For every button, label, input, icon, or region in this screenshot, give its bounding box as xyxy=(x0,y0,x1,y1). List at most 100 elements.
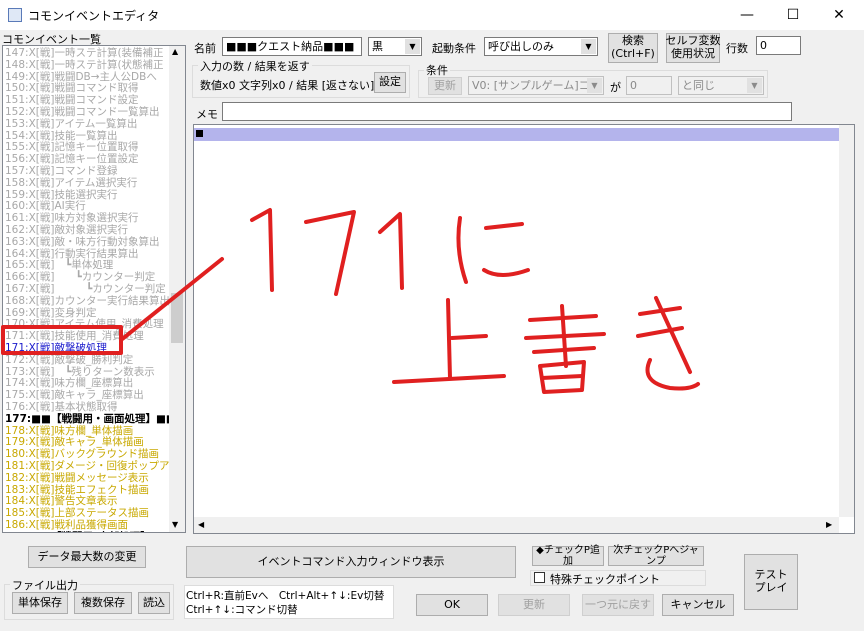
minimize-button[interactable]: — xyxy=(724,0,770,30)
chevron-down-icon: ▼ xyxy=(581,39,596,54)
event-command-editor[interactable] xyxy=(193,124,855,534)
undo-button[interactable]: 一つ元に戻す xyxy=(582,594,654,616)
editor-horizontal-scrollbar[interactable] xyxy=(194,517,839,533)
rows-input[interactable]: 0 xyxy=(756,36,801,55)
condition-operator-select[interactable]: と同じ ▼ xyxy=(678,76,764,95)
event-list-item[interactable]: 160:X[戦]AI実行 xyxy=(5,200,86,212)
event-list-item[interactable]: 167:X[戦] ┗カウンター判定 xyxy=(5,283,166,295)
chevron-down-icon: ▼ xyxy=(587,78,602,93)
event-list-item[interactable]: 183:X[戦]技能エフェクト描画 xyxy=(5,484,149,496)
name-input[interactable]: ■■■クエスト納品■■■ xyxy=(222,37,362,56)
event-list-item[interactable]: 187:■■【戦闘用_内部処理】■■ xyxy=(5,531,171,532)
event-list-item[interactable]: 177:■■【戦闘用・画面処理】■■ xyxy=(5,413,176,425)
scroll-up-icon[interactable]: ▲ xyxy=(172,47,178,56)
event-list-item[interactable]: 166:X[戦] ┗カウンター判定 xyxy=(5,271,155,283)
condition-group-label: 条件 xyxy=(424,62,450,78)
event-list-item[interactable]: 157:X[戦]コマンド登録 xyxy=(5,165,117,177)
event-list-item[interactable]: 152:X[戦]戦闘コマンド一覧算出 xyxy=(5,106,159,118)
maximize-button[interactable]: ☐ xyxy=(770,0,816,30)
event-list-item[interactable]: 161:X[戦]味方対象選択実行 xyxy=(5,212,138,224)
event-list-item[interactable]: 155:X[戦]記憶キー位置取得 xyxy=(5,141,138,153)
special-checkpoint-label: 特殊チェックポイント xyxy=(550,573,660,586)
event-list-item[interactable]: 164:X[戦]行動実行結果算出 xyxy=(5,248,138,260)
test-play-button[interactable]: テスト プレイ xyxy=(744,554,798,610)
event-list-item[interactable]: 148:X[戦]一時ステ計算(状態補正 xyxy=(5,59,164,71)
condition-number-stepper[interactable]: 0 xyxy=(626,76,672,95)
close-button[interactable]: ✕ xyxy=(816,0,862,30)
checkpoint-add-button[interactable]: ◆チェックP追加 xyxy=(532,545,604,567)
event-list-item[interactable]: 165:X[戦] ┗単体処理 xyxy=(5,259,113,271)
event-list-item[interactable]: 181:X[戦]ダメージ・回復ポップアップ xyxy=(5,460,185,472)
read-button[interactable]: 読込 xyxy=(138,592,170,614)
event-list-item[interactable]: 179:X[戦]敵キャラ_単体描画 xyxy=(5,436,144,448)
condition-ga-label: が xyxy=(610,81,621,94)
event-list[interactable]: 147:X[戦]一時ステ計算(装備補正 148:X[戦]一時ステ計算(状態補正 14… xyxy=(2,45,186,533)
io-set-button[interactable]: 設定 xyxy=(374,72,406,93)
event-list-item[interactable]: 173:X[戦] ┗残りターン数表示 xyxy=(5,366,155,378)
event-list-item[interactable]: 171:X[戦]技能使用_消費処理 xyxy=(5,330,144,342)
event-list-item[interactable]: 158:X[戦]アイテム選択実行 xyxy=(5,177,137,189)
io-summary: 数値x0 文字列x0 / 結果 [返さない] xyxy=(200,79,375,92)
trigger-select[interactable]: 呼び出しのみ ▼ xyxy=(484,37,598,56)
search-button[interactable]: 検索 (Ctrl+F) xyxy=(608,33,658,63)
condition-variable-select[interactable]: V0: [サンプルゲーム]コッ ▼ xyxy=(468,76,604,95)
event-list-item[interactable]: 147:X[戦]一時ステ計算(装備補正 xyxy=(5,47,164,59)
event-list-item[interactable]: 170:X[戦]アイテム使用_消費処理 xyxy=(5,318,164,330)
event-list-scrollbar[interactable] xyxy=(169,46,185,532)
event-list-item[interactable]: 159:X[戦]技能選択実行 xyxy=(5,189,117,201)
event-list-item[interactable]: 168:X[戦]カウンター実行結果算出 xyxy=(5,295,170,307)
window-title: コモンイベントエディタ xyxy=(28,9,160,23)
cancel-button[interactable]: キャンセル xyxy=(662,594,734,616)
event-list-item[interactable]: 150:X[戦]戦闘コマンド取得 xyxy=(5,82,138,94)
single-save-button[interactable]: 単体保存 xyxy=(12,592,68,614)
event-list-scroll-thumb[interactable] xyxy=(171,293,183,343)
event-list-item[interactable]: 182:X[戦]戦闘メッセージ表示 xyxy=(5,472,149,484)
event-list-item[interactable]: 154:X[戦]技能一覧算出 xyxy=(5,130,117,142)
event-list-item[interactable]: 151:X[戦]戦闘コマンド設定 xyxy=(5,94,138,106)
next-checkpoint-jump-button[interactable]: 次チェックPへジャンプ xyxy=(608,545,704,567)
memo-label: メモ xyxy=(196,108,218,121)
chevron-down-icon: ▼ xyxy=(405,39,420,54)
rows-label: 行数 xyxy=(726,42,748,55)
condition-update-button[interactable]: 更新 xyxy=(428,77,462,95)
ok-button[interactable]: OK xyxy=(416,594,488,616)
event-list-item[interactable]: 185:X[戦]上部ステータス描画 xyxy=(5,507,149,519)
multi-save-button[interactable]: 複数保存 xyxy=(74,592,132,614)
special-checkpoint-checkbox[interactable] xyxy=(534,572,545,583)
color-select[interactable]: 黒 ▼ xyxy=(368,37,422,56)
trigger-label: 起動条件 xyxy=(432,42,476,55)
io-group-label: 入力の数 / 結果を返す xyxy=(198,58,312,74)
name-label: 名前 xyxy=(194,42,216,55)
memo-input[interactable] xyxy=(222,102,792,121)
command-input-window-button[interactable]: イベントコマンド入力ウィンドウ表示 xyxy=(186,546,516,578)
command-marker-icon xyxy=(196,130,203,137)
update-button[interactable]: 更新 xyxy=(498,594,570,616)
event-list-item[interactable]: 175:X[戦]敵キャラ_座標算出 xyxy=(5,389,144,401)
event-list-item[interactable]: 163:X[戦]敵・味方行動対象算出 xyxy=(5,236,159,248)
event-list-item[interactable]: 171:X[戦]敵撃破処理 xyxy=(5,342,107,354)
event-list-item[interactable]: 178:X[戦]味方欄_単体描画 xyxy=(5,425,133,437)
self-variable-usage-button[interactable]: セルフ変数 使用状況 xyxy=(666,33,721,63)
scroll-right-icon[interactable]: ▶ xyxy=(826,520,832,529)
command-line-selected[interactable] xyxy=(194,128,839,141)
event-list-item[interactable]: 156:X[戦]記憶キー位置設定 xyxy=(5,153,138,165)
shortcut-help-line1: Ctrl+R:直前Evへ Ctrl+Alt+↑↓:Ev切替 xyxy=(186,590,385,602)
file-output-label: ファイル出力 xyxy=(10,577,80,593)
chevron-down-icon: ▼ xyxy=(747,78,762,93)
max-data-change-button[interactable]: データ最大数の変更 xyxy=(28,546,146,568)
event-list-item[interactable]: 172:X[戦]敵撃破_勝利判定 xyxy=(5,354,133,366)
scroll-down-icon[interactable]: ▼ xyxy=(172,520,178,529)
shortcut-help-line2: Ctrl+↑↓:コマンド切替 xyxy=(186,604,298,616)
event-list-item[interactable]: 174:X[戦]味方欄_座標算出 xyxy=(5,377,133,389)
event-list-item[interactable]: 176:X[戦]基本状態取得 xyxy=(5,401,117,413)
event-list-item[interactable]: 169:X[戦]変身判定 xyxy=(5,307,96,319)
event-list-item[interactable]: 162:X[戦]敵対象選択実行 xyxy=(5,224,128,236)
event-list-item[interactable]: 184:X[戦]警告文章表示 xyxy=(5,495,117,507)
event-list-item[interactable]: 153:X[戦]アイテム一覧算出 xyxy=(5,118,137,130)
scroll-left-icon[interactable]: ◀ xyxy=(198,520,204,529)
event-list-item[interactable]: 186:X[戦]戦利品獲得画面 xyxy=(5,519,128,531)
editor-vertical-scrollbar[interactable] xyxy=(839,125,854,517)
event-list-item[interactable]: 180:X[戦]バックグラウンド描画 xyxy=(5,448,159,460)
event-list-item[interactable]: 149:X[戦]戦闘DB→主人公DBへ xyxy=(5,71,157,83)
app-icon xyxy=(8,8,22,22)
